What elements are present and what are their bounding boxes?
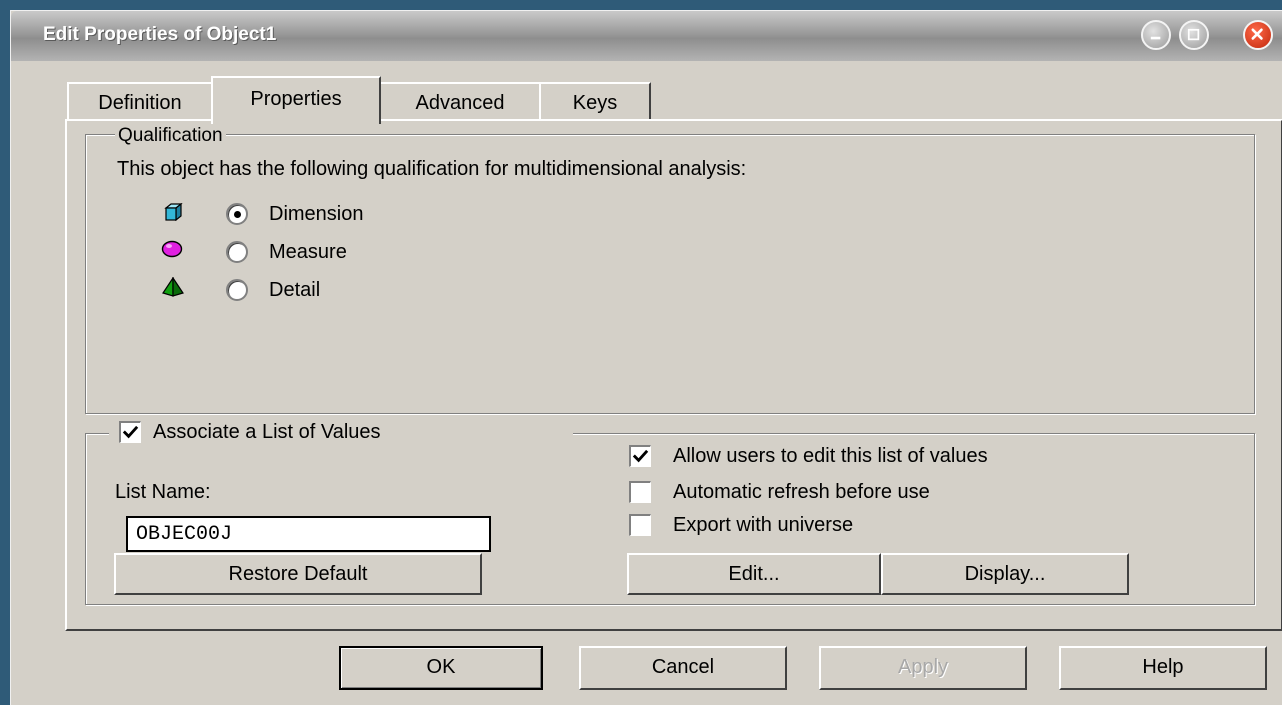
help-label: Help [1142,656,1184,678]
ok-button[interactable]: OK [339,646,543,690]
qualification-legend: Qualification [115,125,226,147]
apply-button[interactable]: Apply [819,646,1027,690]
tab-properties[interactable]: Properties [211,76,381,124]
minimize-icon [1150,36,1161,40]
dialog-window: Edit Properties of Object1 Definition Pr… [10,10,1282,705]
auto-refresh-label: Automatic refresh before use [673,481,930,503]
apply-label: Apply [897,656,949,678]
auto-refresh-checkbox[interactable] [629,481,651,503]
measure-label: Measure [269,241,347,263]
title-bar[interactable]: Edit Properties of Object1 [11,11,1282,61]
associate-lov-checkbox[interactable] [119,421,141,443]
export-universe-checkbox[interactable] [629,514,651,536]
close-button[interactable] [1243,20,1273,50]
list-name-label: List Name: [115,481,211,503]
tab-label: Advanced [415,92,505,114]
maximize-button[interactable] [1179,20,1209,50]
detail-radio[interactable] [226,279,248,301]
radio-selected-dot [234,211,241,218]
maximize-icon [1187,28,1200,41]
edit-label: Edit... [728,563,780,585]
detail-pyramid-icon [162,277,184,297]
tab-label: Properties [250,88,342,110]
cancel-label: Cancel [651,656,715,678]
display-button[interactable]: Display... [881,553,1129,595]
checkmark-icon [632,449,649,463]
minimize-button[interactable] [1141,20,1171,50]
restore-default-button[interactable]: Restore Default [114,553,482,595]
export-universe-label: Export with universe [673,514,854,536]
measure-radio[interactable] [226,241,248,263]
checkmark-icon [122,425,139,439]
list-name-input[interactable]: OBJEC00J [126,516,491,552]
tab-label: Keys [572,92,618,114]
detail-label: Detail [269,279,321,301]
tab-keys[interactable]: Keys [539,82,651,120]
allow-edit-label: Allow users to edit this list of values [673,445,988,467]
measure-sphere-icon [161,240,183,258]
edit-button[interactable]: Edit... [627,553,881,595]
display-label: Display... [964,563,1046,585]
qualification-description: This object has the following qualificat… [117,158,747,180]
dimension-radio[interactable] [226,203,248,225]
dimension-label: Dimension [269,203,364,225]
allow-edit-checkbox[interactable] [629,445,651,467]
tab-definition[interactable]: Definition [67,82,213,120]
restore-default-label: Restore Default [228,563,368,585]
associate-lov-label: Associate a List of Values [153,421,381,443]
tab-label: Definition [98,92,182,114]
window-title: Edit Properties of Object1 [43,24,277,45]
cancel-button[interactable]: Cancel [579,646,787,690]
ok-label: OK [426,656,456,678]
close-icon [1251,28,1263,40]
tab-advanced[interactable]: Advanced [379,82,541,120]
dimension-cube-icon [164,203,183,221]
help-button[interactable]: Help [1059,646,1267,690]
